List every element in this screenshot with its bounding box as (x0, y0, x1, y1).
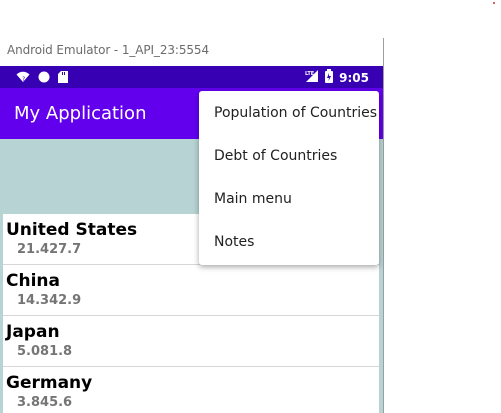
corner-marker (493, 2, 495, 4)
menu-item-debt[interactable]: Debt of Countries (199, 134, 379, 177)
status-icons-right: LTE 9:05 (305, 69, 369, 86)
svg-text:?: ? (22, 76, 25, 83)
country-value: 14.342.9 (17, 293, 82, 308)
cell-signal-icon: LTE (305, 69, 319, 86)
app-title: My Application (14, 103, 147, 124)
clock: 9:05 (339, 70, 369, 85)
status-bar: ? LTE 9:05 (0, 66, 383, 88)
country-value: 3.845.6 (17, 395, 73, 410)
svg-text:LTE: LTE (305, 71, 315, 77)
overflow-menu: Population of Countries Debt of Countrie… (199, 91, 379, 265)
circle-icon (38, 70, 50, 88)
menu-item-main-menu[interactable]: Main menu (199, 177, 379, 220)
country-value: 21.427.7 (17, 242, 82, 257)
status-icons-left: ? (16, 70, 68, 88)
sd-card-icon (58, 70, 68, 88)
country-name: Japan (6, 322, 60, 342)
wifi-question-icon: ? (16, 70, 30, 88)
emulator-window-title: Android Emulator - 1_API_23:5554 (7, 43, 209, 57)
menu-item-population[interactable]: Population of Countries (199, 91, 379, 134)
list-item[interactable]: Germany 3.845.6 (3, 367, 379, 413)
battery-icon (325, 69, 334, 86)
country-value: 5.081.8 (17, 344, 73, 359)
country-name: China (6, 271, 60, 291)
list-item[interactable]: China 14.342.9 (3, 265, 379, 316)
emulator-frame-edge (383, 38, 384, 413)
country-name: Germany (6, 373, 93, 393)
list-item[interactable]: Japan 5.081.8 (3, 316, 379, 367)
menu-item-notes[interactable]: Notes (199, 220, 379, 263)
country-name: United States (6, 220, 138, 240)
